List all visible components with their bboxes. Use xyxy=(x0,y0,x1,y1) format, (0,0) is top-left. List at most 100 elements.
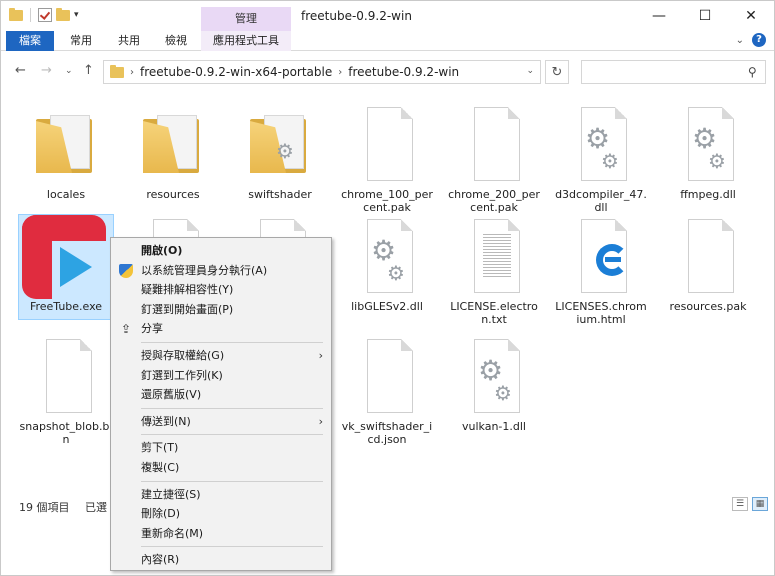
file-item-licenses-chromium[interactable]: LICENSES.chromium.html xyxy=(554,215,648,326)
menu-item-run-as-admin[interactable]: 以系統管理員身分執行(A) xyxy=(111,261,331,281)
file-item-chrome-100[interactable]: chrome_100_percent.pak xyxy=(340,103,434,214)
tab-view[interactable]: 檢視 xyxy=(156,31,196,51)
chevron-right-icon: › xyxy=(318,348,323,362)
tab-file[interactable]: 檔案 xyxy=(6,31,54,51)
file-icon xyxy=(36,335,96,417)
menu-item-rename[interactable]: 重新命名(M) xyxy=(111,524,331,544)
chevron-right-icon: › xyxy=(318,414,323,428)
details-view-icon[interactable]: ☰ xyxy=(732,497,748,511)
view-switcher: ☰ ▦ xyxy=(732,497,768,511)
menu-item-properties[interactable]: 內容(R) xyxy=(111,550,331,570)
menu-item-pin-taskbar[interactable]: 釘選到工作列(K) xyxy=(111,366,331,386)
menu-divider xyxy=(141,480,323,482)
file-item-swiftshader[interactable]: ⚙ swiftshader xyxy=(233,103,327,201)
menu-item-send-to[interactable]: 傳送到(N) › xyxy=(111,412,331,432)
menu-item-delete[interactable]: 刪除(D) xyxy=(111,504,331,524)
file-label: resources xyxy=(146,188,200,201)
breadcrumb-segment[interactable]: freetube-0.9.2-win xyxy=(348,65,459,79)
menu-item-label: 以系統管理員身分執行(A) xyxy=(141,263,268,277)
freetube-app-icon xyxy=(22,215,106,299)
properties-icon[interactable] xyxy=(38,8,52,22)
menu-item-copy[interactable]: 複製(C) xyxy=(111,458,331,478)
refresh-button[interactable]: ↻ xyxy=(545,60,569,84)
file-item-snapshot-blob[interactable]: snapshot_blob.bin xyxy=(19,335,113,446)
search-icon[interactable]: ⚲ xyxy=(748,65,757,79)
item-count: 19 個項目 xyxy=(19,501,70,514)
context-menu: 開啟(O) 以系統管理員身分執行(A) 疑難排解相容性(Y) 釘選到開始畫面(P… xyxy=(110,237,332,571)
menu-item-share[interactable]: ⇪ 分享 xyxy=(111,319,331,339)
address-bar[interactable]: › freetube-0.9.2-win-x64-portable › free… xyxy=(103,60,541,84)
file-item-resources-pak[interactable]: resources.pak xyxy=(661,215,755,313)
file-item-chrome-200[interactable]: chrome_200_percent.pak xyxy=(447,103,541,214)
menu-item-label: 傳送到(N) xyxy=(141,414,191,428)
breadcrumb-segment[interactable]: freetube-0.9.2-win-x64-portable xyxy=(140,65,332,79)
quick-access-toolbar: ▾ xyxy=(9,7,79,22)
menu-item-label: 疑難排解相容性(Y) xyxy=(141,283,234,297)
file-label: LICENSES.chromium.html xyxy=(555,300,647,326)
file-label: ffmpeg.dll xyxy=(680,188,736,201)
folder-icon[interactable] xyxy=(9,7,23,21)
menu-item-label: 釘選到工作列(K) xyxy=(141,368,223,382)
folder-icon xyxy=(36,103,96,185)
menu-item-create-shortcut[interactable]: 建立捷徑(S) xyxy=(111,485,331,505)
file-item-libglesv2[interactable]: ⚙ ⚙ libGLESv2.dll xyxy=(340,215,434,313)
file-item-locales[interactable]: locales xyxy=(19,103,113,201)
chevron-right-icon[interactable]: › xyxy=(338,67,342,78)
minimize-button[interactable]: — xyxy=(636,1,682,31)
file-item-ffmpeg[interactable]: ⚙ ⚙ ffmpeg.dll xyxy=(661,103,755,201)
share-icon: ⇪ xyxy=(120,322,132,337)
text-file-icon xyxy=(464,215,524,297)
menu-divider xyxy=(141,434,323,436)
forward-arrow-icon[interactable]: → xyxy=(41,63,52,78)
menu-item-label: 授與存取權給(G) xyxy=(141,348,225,362)
divider xyxy=(30,8,31,22)
menu-item-label: 剪下(T) xyxy=(141,441,179,455)
file-label: chrome_200_percent.pak xyxy=(448,188,540,214)
gear-icon: ⚙ xyxy=(387,261,405,285)
dll-icon: ⚙ ⚙ xyxy=(464,335,524,417)
file-icon xyxy=(357,335,417,417)
tab-share[interactable]: 共用 xyxy=(109,31,149,51)
menu-item-label: 刪除(D) xyxy=(141,507,181,521)
chevron-down-icon[interactable]: ⌄ xyxy=(736,35,744,46)
file-label: resources.pak xyxy=(669,300,747,313)
menu-item-cut[interactable]: 剪下(T) xyxy=(111,438,331,458)
up-arrow-icon[interactable]: ↑ xyxy=(83,63,94,78)
file-item-d3dcompiler[interactable]: ⚙ ⚙ d3dcompiler_47.dll xyxy=(554,103,648,214)
tab-manage[interactable]: 管理 xyxy=(201,7,291,31)
menu-item-label: 複製(C) xyxy=(141,460,180,474)
help-icon[interactable]: ? xyxy=(752,33,766,47)
recent-locations-icon[interactable]: ⌄ xyxy=(65,66,73,76)
file-item-vulkan[interactable]: ⚙ ⚙ vulkan-1.dll xyxy=(447,335,541,433)
file-item-vk-swiftshader[interactable]: vk_swiftshader_icd.json xyxy=(340,335,434,446)
file-label: swiftshader xyxy=(248,188,312,201)
chevron-down-icon[interactable]: ⌄ xyxy=(526,66,534,76)
ribbon-controls: ⌄ ? xyxy=(736,33,766,47)
menu-item-open[interactable]: 開啟(O) xyxy=(111,241,331,261)
gear-icon: ⚙ xyxy=(494,381,512,405)
large-icons-view-icon[interactable]: ▦ xyxy=(752,497,768,511)
file-label: snapshot_blob.bin xyxy=(19,420,113,446)
menu-item-restore-versions[interactable]: 還原舊版(V) xyxy=(111,385,331,405)
file-icon xyxy=(464,103,524,185)
menu-item-give-access[interactable]: 授與存取權給(G) › xyxy=(111,346,331,366)
tab-app-tools[interactable]: 應用程式工具 xyxy=(201,31,291,51)
back-arrow-icon[interactable]: ← xyxy=(15,63,26,78)
customize-toolbar-icon[interactable]: ▾ xyxy=(74,10,79,20)
menu-item-pin-start[interactable]: 釘選到開始畫面(P) xyxy=(111,300,331,320)
chevron-right-icon[interactable]: › xyxy=(130,67,134,78)
file-item-freetube[interactable]: FreeTube.exe xyxy=(18,214,114,320)
menu-item-label: 建立捷徑(S) xyxy=(141,487,201,501)
menu-item-troubleshoot[interactable]: 疑難排解相容性(Y) xyxy=(111,280,331,300)
new-folder-icon[interactable] xyxy=(56,7,70,21)
shield-icon xyxy=(119,263,133,278)
maximize-button[interactable]: ☐ xyxy=(682,1,728,31)
file-item-resources[interactable]: resources xyxy=(126,103,220,201)
search-input[interactable]: ⚲ xyxy=(581,60,766,84)
gear-icon: ⚙ xyxy=(276,139,294,163)
navigation-bar: ← → ⌄ ↑ › freetube-0.9.2-win-x64-portabl… xyxy=(1,57,774,87)
file-icon xyxy=(678,215,738,297)
file-item-license-electron[interactable]: LICENSE.electron.txt xyxy=(447,215,541,326)
tab-home[interactable]: 常用 xyxy=(61,31,101,51)
close-button[interactable]: ✕ xyxy=(728,1,774,31)
